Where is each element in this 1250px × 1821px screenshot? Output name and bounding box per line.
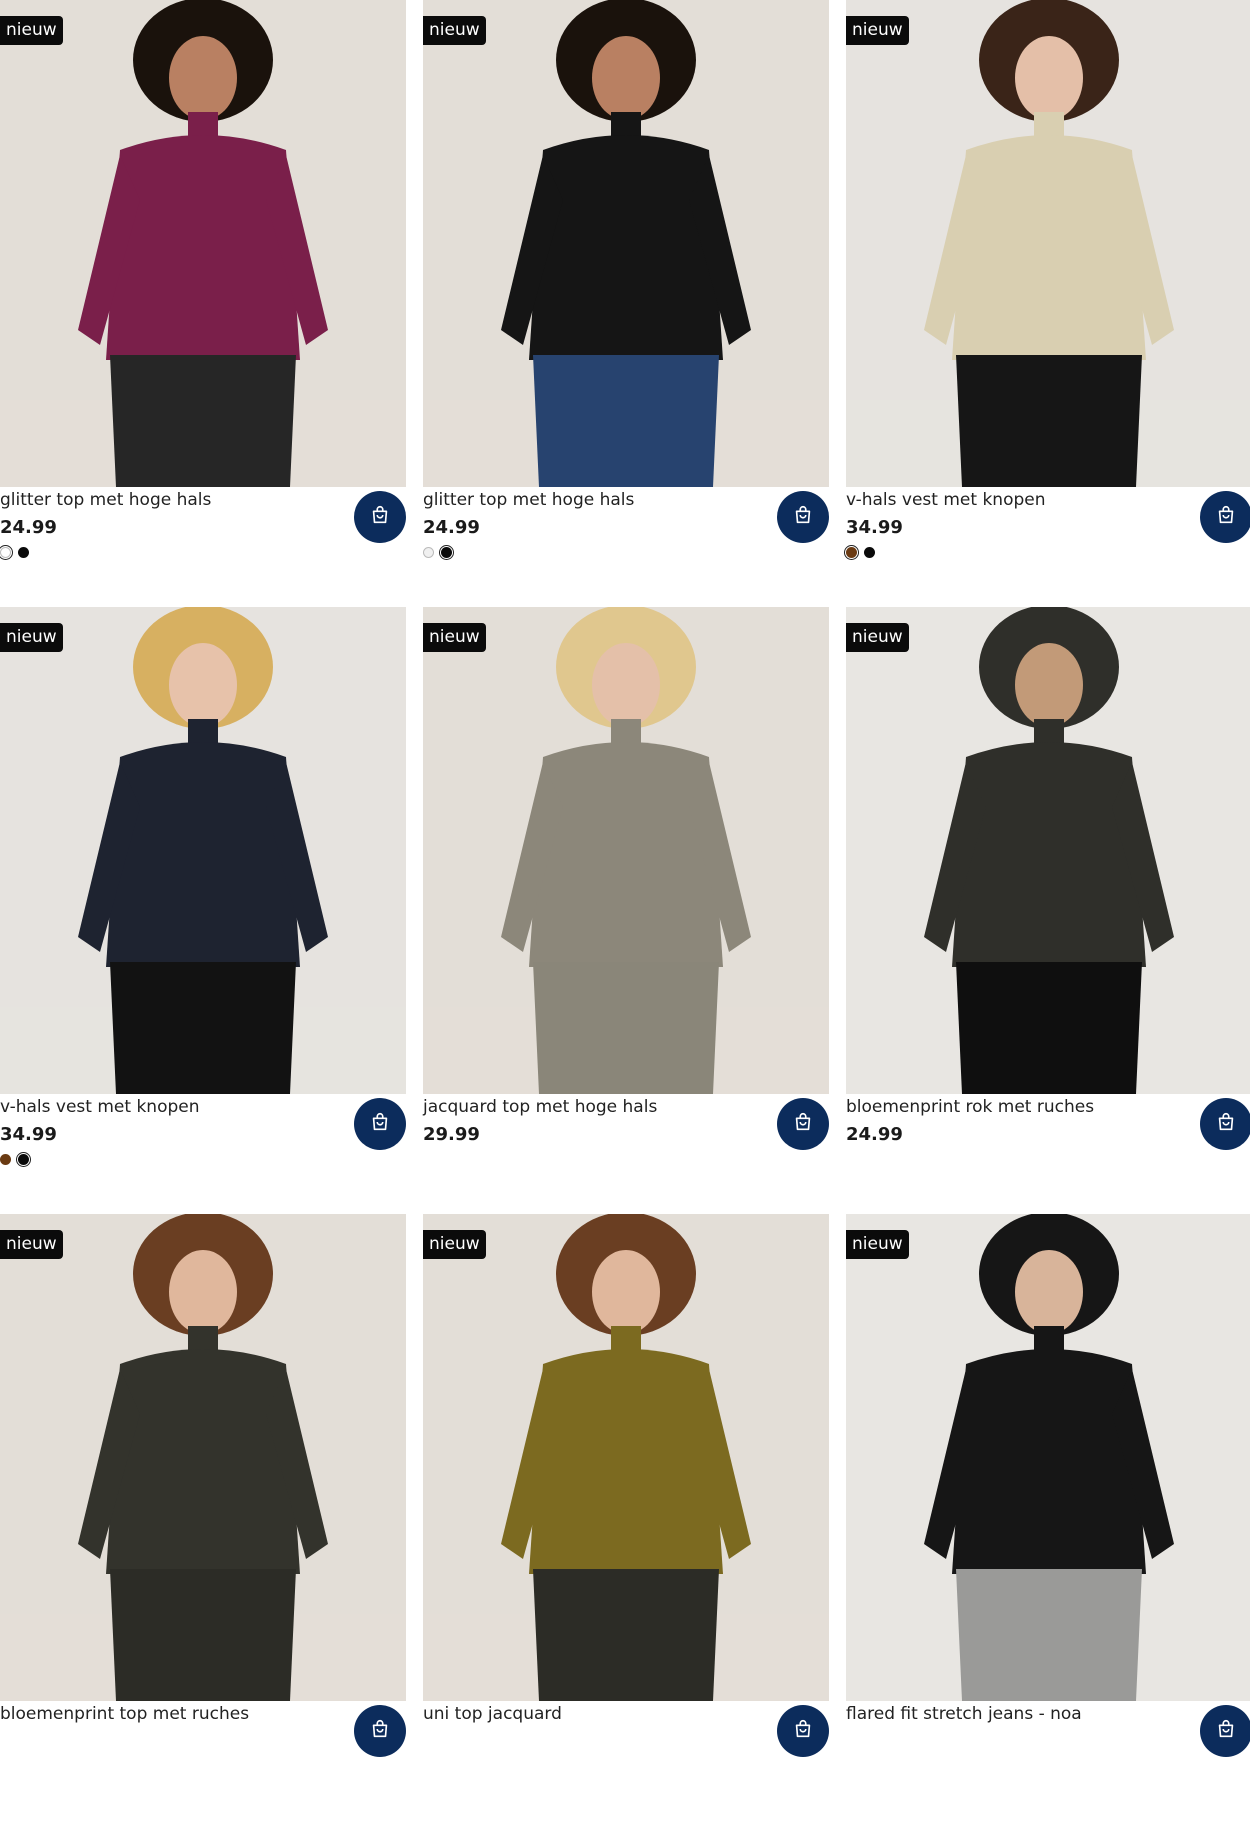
- shopping-bag-icon: [1215, 1111, 1237, 1137]
- product-info: v-hals vest met knopen 34.99: [0, 1094, 406, 1214]
- new-badge: nieuw: [0, 623, 63, 652]
- add-to-cart-button[interactable]: [354, 1098, 406, 1150]
- color-swatch[interactable]: [16, 1152, 31, 1167]
- add-to-cart-button[interactable]: [1200, 1705, 1250, 1757]
- product-image[interactable]: nieuw: [0, 0, 406, 487]
- product-card[interactable]: nieuw jacquard top met hoge hals 29.99: [423, 607, 829, 1214]
- product-image[interactable]: nieuw: [423, 607, 829, 1094]
- product-photo: [846, 1214, 1250, 1701]
- add-to-cart-button[interactable]: [354, 1705, 406, 1757]
- product-title[interactable]: bloemenprint rok met ruches: [846, 1097, 1094, 1117]
- color-swatch[interactable]: [0, 545, 13, 560]
- color-swatch[interactable]: [439, 545, 454, 560]
- product-photo: [0, 0, 406, 487]
- shopping-bag-icon: [792, 1718, 814, 1744]
- color-swatch[interactable]: [864, 547, 875, 558]
- product-photo: [0, 607, 406, 1094]
- product-photo: [423, 0, 829, 487]
- shopping-bag-icon: [1215, 504, 1237, 530]
- product-price: 29.99: [423, 1124, 480, 1145]
- product-card[interactable]: nieuw v-hals vest met knopen 34.99: [0, 607, 406, 1214]
- add-to-cart-button[interactable]: [777, 1098, 829, 1150]
- product-title[interactable]: flared fit stretch jeans - noa: [846, 1704, 1082, 1724]
- new-badge: nieuw: [423, 16, 486, 45]
- product-price: 24.99: [846, 1124, 903, 1145]
- product-card[interactable]: nieuw glitter top met hoge hals 24.99: [0, 0, 406, 607]
- product-card[interactable]: nieuw v-hals vest met knopen 34.99: [844, 0, 1250, 607]
- product-info: uni top jacquard: [423, 1701, 829, 1821]
- product-photo: [0, 1214, 406, 1701]
- product-photo: [846, 0, 1250, 487]
- product-title[interactable]: glitter top met hoge hals: [0, 490, 211, 510]
- product-info: glitter top met hoge hals 24.99: [423, 487, 829, 607]
- add-to-cart-button[interactable]: [354, 491, 406, 543]
- color-swatch[interactable]: [423, 547, 434, 558]
- new-badge: nieuw: [423, 623, 486, 652]
- add-to-cart-button[interactable]: [777, 1705, 829, 1757]
- product-info: bloemenprint top met ruches: [0, 1701, 406, 1821]
- product-price: 34.99: [0, 1124, 57, 1145]
- product-photo: [846, 607, 1250, 1094]
- shopping-bag-icon: [792, 1111, 814, 1137]
- product-title[interactable]: jacquard top met hoge hals: [423, 1097, 657, 1117]
- add-to-cart-button[interactable]: [1200, 491, 1250, 543]
- product-image[interactable]: nieuw: [846, 1214, 1250, 1701]
- product-image[interactable]: nieuw: [423, 1214, 829, 1701]
- product-grid: nieuw glitter top met hoge hals 24.99 nieu…: [0, 0, 1250, 1757]
- product-image[interactable]: nieuw: [846, 0, 1250, 487]
- product-price: 24.99: [423, 517, 480, 538]
- product-card[interactable]: nieuw bloemenprint top met ruches: [0, 1214, 406, 1821]
- shopping-bag-icon: [1215, 1718, 1237, 1744]
- product-info: flared fit stretch jeans - noa: [846, 1701, 1250, 1821]
- product-info: bloemenprint rok met ruches 24.99: [846, 1094, 1250, 1214]
- product-title[interactable]: v-hals vest met knopen: [846, 490, 1046, 510]
- product-photo: [423, 607, 829, 1094]
- color-swatches: [0, 1152, 31, 1167]
- shopping-bag-icon: [792, 504, 814, 530]
- new-badge: nieuw: [0, 16, 63, 45]
- product-image[interactable]: nieuw: [846, 607, 1250, 1094]
- color-swatches: [844, 545, 875, 560]
- add-to-cart-button[interactable]: [777, 491, 829, 543]
- new-badge: nieuw: [0, 1230, 63, 1259]
- product-info: jacquard top met hoge hals 29.99: [423, 1094, 829, 1214]
- new-badge: nieuw: [846, 16, 909, 45]
- product-info: glitter top met hoge hals 24.99: [0, 487, 406, 607]
- product-image[interactable]: nieuw: [0, 1214, 406, 1701]
- product-card[interactable]: nieuw bloemenprint rok met ruches 24.99: [846, 607, 1250, 1214]
- new-badge: nieuw: [423, 1230, 486, 1259]
- shopping-bag-icon: [369, 1718, 391, 1744]
- product-price: 24.99: [0, 517, 57, 538]
- product-card[interactable]: nieuw uni top jacquard: [423, 1214, 829, 1821]
- product-image[interactable]: nieuw: [0, 607, 406, 1094]
- product-title[interactable]: glitter top met hoge hals: [423, 490, 634, 510]
- shopping-bag-icon: [369, 504, 391, 530]
- add-to-cart-button[interactable]: [1200, 1098, 1250, 1150]
- shopping-bag-icon: [369, 1111, 391, 1137]
- color-swatch[interactable]: [844, 545, 859, 560]
- product-photo: [423, 1214, 829, 1701]
- product-title[interactable]: v-hals vest met knopen: [0, 1097, 200, 1117]
- color-swatch[interactable]: [0, 1154, 11, 1165]
- product-card[interactable]: nieuw glitter top met hoge hals 24.99: [423, 0, 829, 607]
- product-card[interactable]: nieuw flared fit stretch jeans - noa: [846, 1214, 1250, 1821]
- product-image[interactable]: nieuw: [423, 0, 829, 487]
- color-swatch[interactable]: [18, 547, 29, 558]
- product-info: v-hals vest met knopen 34.99: [844, 487, 1250, 607]
- color-swatches: [0, 545, 29, 560]
- product-title[interactable]: uni top jacquard: [423, 1704, 562, 1724]
- product-title[interactable]: bloemenprint top met ruches: [0, 1704, 249, 1724]
- new-badge: nieuw: [846, 623, 909, 652]
- new-badge: nieuw: [846, 1230, 909, 1259]
- color-swatches: [423, 545, 454, 560]
- product-price: 34.99: [846, 517, 903, 538]
